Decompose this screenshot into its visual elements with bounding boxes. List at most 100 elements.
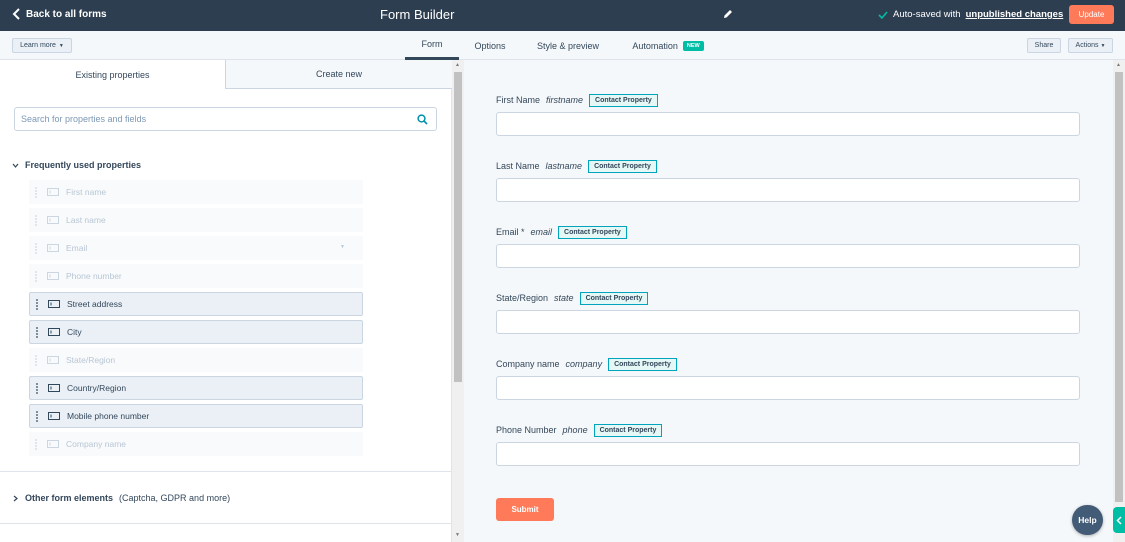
property-label: State/Region <box>66 355 116 365</box>
property-item[interactable]: Mobile phone number <box>29 404 363 428</box>
field-input[interactable] <box>496 442 1080 466</box>
contact-property-badge: Contact Property <box>608 357 677 371</box>
section-subtitle: (Captcha, GDPR and more) <box>119 493 231 503</box>
property-label: Street address <box>67 299 123 309</box>
autosave-status: Auto-saved with unpublished changes ▼ <box>878 9 1075 20</box>
check-icon <box>878 10 888 19</box>
drag-handle-icon[interactable] <box>33 354 39 366</box>
property-search <box>14 107 437 131</box>
help-button[interactable]: Help <box>1072 505 1103 535</box>
chevron-left-icon <box>1116 515 1122 525</box>
caret-down-icon: ▼ <box>340 244 345 250</box>
learn-more-label: Learn more <box>20 42 56 49</box>
drag-handle-icon[interactable] <box>33 186 39 198</box>
search-icon[interactable] <box>417 114 428 125</box>
scroll-thumb[interactable] <box>1115 72 1123 502</box>
drag-handle-icon[interactable] <box>34 382 40 394</box>
submit-button[interactable]: Submit <box>496 498 554 521</box>
property-item[interactable]: Last name <box>29 208 363 232</box>
chevron-right-icon <box>13 495 18 501</box>
field-label: First Name <box>496 95 541 105</box>
property-item[interactable]: Street address <box>29 292 363 316</box>
left-scrollbar[interactable]: ▲ ▼ <box>452 60 464 542</box>
field-input[interactable] <box>496 310 1080 334</box>
contact-property-badge: Contact Property <box>579 291 649 305</box>
learn-more-button[interactable]: Learn more ▼ <box>12 38 72 53</box>
property-item[interactable]: Country/Region <box>29 376 363 400</box>
section-frequent-properties[interactable]: Frequently used properties <box>12 160 141 170</box>
text-field-icon <box>47 440 59 448</box>
text-field-icon <box>47 272 59 280</box>
section-title: Other form elements <box>25 493 114 503</box>
contact-property-badge: Contact Property <box>588 159 657 173</box>
text-field-icon <box>48 412 60 420</box>
drag-handle-icon[interactable] <box>33 270 39 282</box>
drag-handle-icon[interactable] <box>34 326 40 338</box>
field-internal-name: lastname <box>545 161 583 171</box>
property-item[interactable]: City <box>29 320 363 344</box>
drag-handle-icon[interactable] <box>34 410 40 422</box>
property-label: Last name <box>66 215 106 225</box>
search-input[interactable] <box>21 112 411 126</box>
drag-handle-icon[interactable] <box>33 214 39 226</box>
new-badge: NEW <box>682 40 704 51</box>
tab-form[interactable]: Form <box>405 31 459 60</box>
field-label: State/Region <box>496 293 549 303</box>
property-item[interactable]: State/Region <box>29 348 363 372</box>
tab-create-new[interactable]: Create new <box>226 60 452 89</box>
property-label: Email <box>66 243 88 253</box>
form-field[interactable]: Last Name lastname Contact Property <box>496 158 1080 202</box>
chevron-left-icon <box>12 8 20 20</box>
form-field[interactable]: First Name firstname Contact Property <box>496 92 1080 136</box>
chevron-down-icon <box>12 163 19 168</box>
scroll-up-icon[interactable]: ▲ <box>455 62 460 68</box>
scroll-thumb[interactable] <box>454 72 462 382</box>
field-internal-name: company <box>565 359 603 369</box>
tab-label: Automation <box>632 40 678 51</box>
back-to-forms-link[interactable]: Back to all forms <box>12 8 107 20</box>
form-nav: Learn more ▼ Form Options Style & previe… <box>0 31 1125 60</box>
update-button[interactable]: Update <box>1069 5 1114 24</box>
drag-handle-icon[interactable] <box>33 438 39 450</box>
property-item[interactable]: Email ▼ <box>29 236 363 260</box>
field-internal-name: email <box>530 227 553 237</box>
contact-property-badge: Contact Property <box>593 423 663 437</box>
form-field[interactable]: Phone Number phone Contact Property <box>496 422 1080 466</box>
preview-scrollbar[interactable]: ▲ <box>1113 60 1125 542</box>
field-label-row: Last Name lastname Contact Property <box>496 158 1080 174</box>
tab-existing-properties[interactable]: Existing properties <box>0 60 226 89</box>
property-item[interactable]: Phone number <box>29 264 363 288</box>
actions-button[interactable]: Actions ▼ <box>1068 38 1113 53</box>
share-button[interactable]: Share <box>1027 38 1061 53</box>
field-input[interactable] <box>496 376 1080 400</box>
section-other-elements[interactable]: Other form elements (Captcha, GDPR and m… <box>12 493 230 503</box>
caret-down-icon: ▼ <box>58 42 64 49</box>
field-input[interactable] <box>496 244 1080 268</box>
property-item[interactable]: Company name <box>29 432 363 456</box>
sidebar-toggle[interactable] <box>1113 507 1125 533</box>
section-title: Frequently used properties <box>25 160 142 170</box>
text-field-icon <box>47 216 59 224</box>
unpublished-changes-link[interactable]: unpublished changes <box>966 9 1064 20</box>
scroll-up-icon[interactable]: ▲ <box>1116 62 1121 68</box>
form-field[interactable]: Email * email Contact Property <box>496 224 1080 268</box>
tab-style-preview[interactable]: Style & preview <box>530 31 606 60</box>
scroll-down-icon[interactable]: ▼ <box>455 532 460 538</box>
form-field[interactable]: Company name company Contact Property <box>496 356 1080 400</box>
tab-options[interactable]: Options <box>467 31 513 60</box>
drag-handle-icon[interactable] <box>34 298 40 310</box>
field-input[interactable] <box>496 112 1080 136</box>
field-input[interactable] <box>496 178 1080 202</box>
divider <box>0 523 452 524</box>
field-internal-name: phone <box>562 425 588 435</box>
text-field-icon <box>47 244 59 252</box>
form-field[interactable]: State/Region state Contact Property <box>496 290 1080 334</box>
property-item[interactable]: First name <box>29 180 363 204</box>
pencil-icon[interactable] <box>722 8 734 20</box>
field-label: Last Name <box>496 161 540 171</box>
divider <box>0 471 452 472</box>
field-label: Email * <box>496 227 525 237</box>
property-label: Phone number <box>66 271 122 281</box>
tab-automation[interactable]: Automation NEW <box>626 31 710 60</box>
drag-handle-icon[interactable] <box>33 242 39 254</box>
